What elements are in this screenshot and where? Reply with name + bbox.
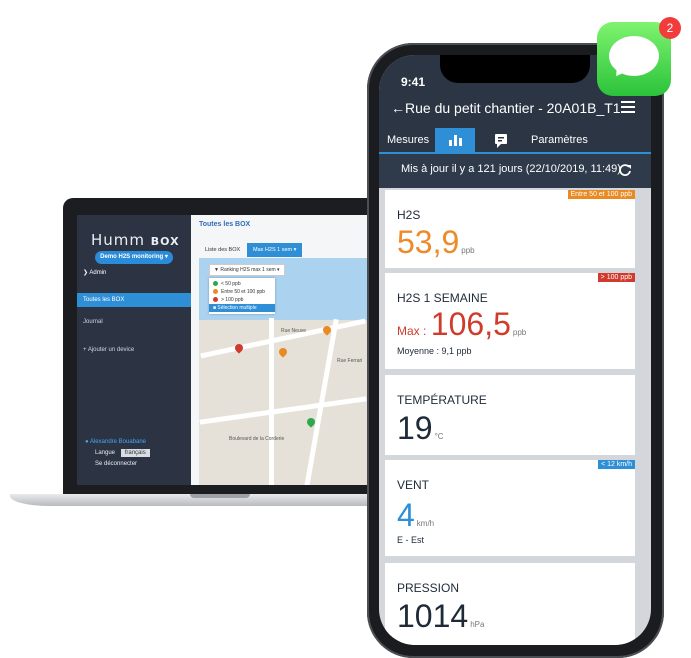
language-row: Langue français (95, 449, 150, 457)
card-vent: < 12 km/h VENT 4 km/h E - Est (385, 460, 635, 556)
tab-parametres[interactable]: Paramètres (531, 128, 588, 152)
demo-selector-button[interactable]: Demo H2S monitoring ▾ (95, 251, 173, 264)
card-value: 4 km/h (397, 497, 435, 533)
language-select[interactable]: français (120, 449, 150, 457)
admin-link[interactable]: ❯ Admin (83, 269, 106, 276)
ranking-dropdown[interactable]: ▼ Ranking H2S max 1 sem ▾ (209, 264, 285, 276)
tab-mesures[interactable]: Mesures (387, 128, 429, 152)
orange-dot-icon (213, 289, 218, 295)
back-arrow-icon[interactable]: ← (391, 100, 405, 116)
chat-icon (495, 134, 507, 148)
map-street (199, 396, 367, 425)
card-title: TEMPÉRATURE (397, 393, 487, 407)
multi-select-toggle[interactable]: ■ Sélection multiple (209, 304, 275, 312)
bar-chart-icon (449, 135, 462, 146)
sidebar-item-toutes-les-box[interactable]: Toutes les BOX (77, 293, 191, 307)
card-title: PRESSION (397, 581, 460, 595)
user-name: Alexandre Bouabane (89, 439, 147, 445)
map-label: Boulevard de la Corderie (229, 436, 285, 442)
card-value: 53,9 ppb (397, 224, 475, 260)
card-title: VENT (397, 478, 430, 492)
menu-icon[interactable] (621, 101, 635, 113)
status-time: 9:41 (401, 75, 426, 89)
user-icon: ● (85, 439, 89, 445)
legend-item: < 50 ppb (209, 280, 275, 288)
card-h2s-1-semaine: > 100 ppb H2S 1 SEMAINE Max : 106,5 ppb M… (385, 273, 635, 369)
card-value: 19 °C (397, 410, 444, 446)
card-pression: PRESSION 1014 hPa (385, 563, 635, 645)
tab-messages[interactable] (489, 128, 513, 152)
card-subtext: Moyenne : 9,1 ppb (397, 346, 472, 356)
status-badge: > 100 ppb (597, 273, 635, 282)
card-temperature: TEMPÉRATURE 19 °C (385, 375, 635, 455)
checkbox-icon: ■ (213, 305, 217, 311)
refresh-icon[interactable] (618, 163, 632, 177)
page-title: Toutes les BOX (199, 221, 251, 228)
legend-item: > 100 ppb (209, 296, 275, 304)
red-dot-icon (213, 297, 218, 303)
card-value: 1014 hPa (397, 598, 485, 634)
notification-badge: 2 (659, 17, 681, 39)
tab-max-h2s[interactable]: Max H2S 1 sem ▾ (247, 243, 303, 257)
map-label: Rue Neuve (281, 328, 307, 334)
card-title: H2S 1 SEMAINE (397, 291, 488, 305)
card-h2s: Entre 50 et 100 ppb H2S 53,9 ppb (385, 190, 635, 268)
phone-notch (440, 55, 608, 83)
tab-liste-des-box[interactable]: Liste des BOX (199, 243, 246, 257)
sidebar-item-add-device[interactable]: + Ajouter un device (77, 343, 191, 357)
laptop-notch (190, 494, 250, 498)
card-title: H2S (397, 208, 421, 222)
map-legend: < 50 ppb Entre 50 et 100 ppb > 100 ppb ■… (209, 278, 275, 314)
status-badge: < 12 km/h (598, 460, 635, 469)
logout-link[interactable]: Se déconnecter (95, 461, 137, 467)
sidebar-item-journal[interactable]: Journal (77, 315, 191, 329)
page-title: ←Rue du petit chantier - 20A01B_T1... (391, 100, 633, 116)
phone-screen: 9:41 ←Rue du petit chantier - 20A01B_T1.… (379, 55, 651, 645)
last-update-text: Mis à jour il y a 121 jours (22/10/2019,… (401, 163, 621, 175)
map-label: Rue Ferrari (337, 358, 363, 364)
tab-chart[interactable] (435, 128, 475, 152)
language-label: Langue (95, 450, 116, 456)
filter-icon: ▼ (214, 267, 219, 273)
update-bar: Mis à jour il y a 121 jours (22/10/2019,… (379, 152, 651, 188)
status-badge: Entre 50 et 100 ppb (567, 190, 635, 199)
user-link[interactable]: ● Alexandre Bouabane (85, 439, 146, 445)
map-marker-orange[interactable] (277, 346, 289, 358)
green-dot-icon (213, 281, 218, 287)
card-subtext: E - Est (397, 535, 425, 545)
laptop-screen: Humm BOX Demo H2S monitoring ▾ ❯ Admin T… (77, 215, 367, 485)
humm-box-logo: Humm BOX (91, 231, 180, 249)
tab-bar: Mesures Paramètres (379, 128, 651, 152)
sidebar: Humm BOX Demo H2S monitoring ▾ ❯ Admin T… (77, 215, 191, 485)
card-value: Max : 106,5 ppb (397, 306, 527, 342)
legend-item: Entre 50 et 100 ppb (209, 288, 275, 296)
map-street (269, 318, 274, 485)
main-panel: Toutes les BOX Liste des BOX Max H2S 1 s… (191, 215, 367, 485)
map[interactable]: Rue Neuve Boulevard de la Corderie Rue F… (199, 258, 367, 485)
ranking-label: Ranking H2S max 1 sem ▾ (220, 267, 280, 273)
